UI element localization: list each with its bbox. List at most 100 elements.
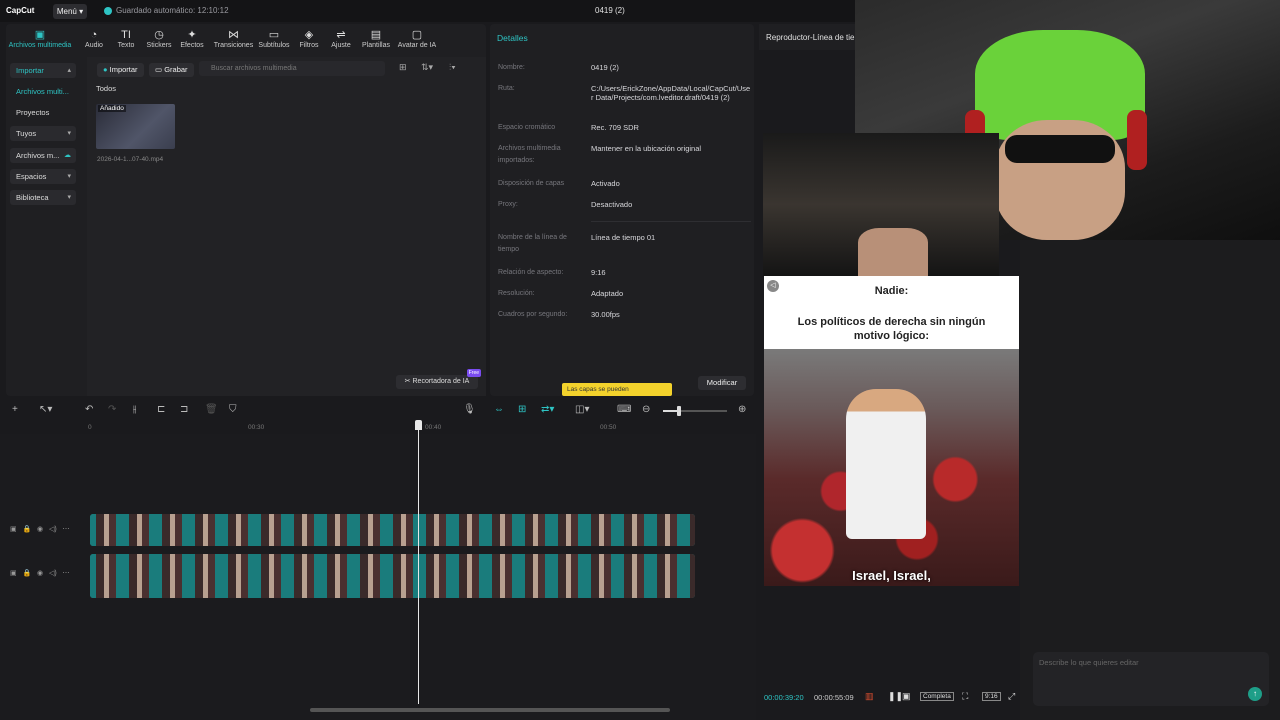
meme-text-middle: Los políticos de derecha sin ningún moti… — [797, 316, 986, 342]
sidebar-item-import[interactable]: Importar ▴ — [10, 63, 76, 78]
tab-adjust[interactable]: ⇌ Ajuste — [321, 28, 361, 49]
volume-icon[interactable]: ◁) — [49, 526, 57, 533]
track-toggle-icon[interactable]: ▣ — [10, 570, 17, 577]
fullscreen-icon[interactable]: ⤢ — [1008, 691, 1015, 702]
tab-subtitles[interactable]: ▭ Subtítulos — [254, 28, 294, 49]
grid-view-icon[interactable]: ⊞ — [399, 62, 407, 73]
sidebar-item-yours[interactable]: Tuyos ▾ — [10, 126, 76, 141]
lock-icon[interactable]: 🔒 — [22, 570, 31, 577]
zoom-slider-handle[interactable] — [677, 406, 681, 416]
filter-all[interactable]: Todos — [96, 84, 116, 93]
modify-button[interactable]: Modificar — [698, 376, 746, 390]
split-icon[interactable]: ⫲ — [133, 404, 136, 415]
player-title: Reproductor-Línea de tie — [766, 33, 855, 42]
import-button[interactable]: ● Importar — [97, 63, 144, 77]
effects-icon: ✦ — [187, 29, 197, 41]
undo-icon[interactable]: ↶ — [85, 404, 93, 415]
layers-icon[interactable]: ◫▾ — [575, 404, 589, 415]
video-clip-top[interactable] — [90, 514, 695, 546]
zoom-out-icon[interactable]: ⊖ — [642, 404, 650, 415]
media-panel: ▣ Archivos multimedia ◔ Audio TI Texto ◷ Sti… — [6, 24, 486, 396]
track-controls-2: ▣ 🔒 ◉ ◁) ⋯ — [10, 569, 70, 577]
adjust-icon: ⇌ — [336, 29, 346, 41]
filter-icon[interactable]: ⫶▾ — [449, 62, 456, 73]
detail-value: Activado — [591, 179, 620, 188]
link-icon[interactable]: ⇔ — [494, 404, 504, 415]
redo-icon[interactable]: ↷ — [108, 404, 116, 415]
volume-icon[interactable]: ◁) — [49, 570, 57, 577]
record-button[interactable]: ▭ Grabar — [149, 63, 194, 77]
add-icon[interactable]: + — [12, 404, 18, 415]
tab-effects[interactable]: ✦ Efectos — [172, 28, 212, 49]
detail-label: Proxy: — [498, 201, 518, 208]
video-clip-main[interactable] — [90, 554, 695, 598]
transitions-icon: ⋈ — [228, 29, 239, 41]
track-toggle-icon[interactable]: ▣ — [10, 526, 17, 533]
player-header: Reproductor-Línea de tie — [759, 24, 859, 50]
media-clip-thumbnail[interactable]: Añadido — [96, 104, 175, 149]
select-tool-icon[interactable]: ↖▾ — [39, 404, 52, 415]
delete-icon[interactable]: 🗑 — [205, 404, 218, 415]
ai-cutter-label: Recortadora de IA — [412, 378, 470, 385]
mute-icon[interactable]: ◁ — [767, 280, 779, 292]
sidebar-item-media-files[interactable]: Archivos m... ☁ — [10, 148, 76, 163]
ratio-button[interactable]: 9:16 — [982, 692, 1001, 701]
timeline-ruler[interactable]: 0 00:30 00:40 00:50 — [88, 422, 756, 434]
menu-button[interactable]: Menú ▾ — [53, 4, 87, 19]
detail-label: Resolución: — [498, 290, 535, 297]
playhead-handle[interactable] — [415, 420, 422, 430]
record-label: Grabar — [164, 65, 188, 74]
tick-label: 00:30 — [248, 424, 265, 431]
sidebar-item-media[interactable]: Archivos multi... — [10, 84, 76, 99]
ai-cutter-button[interactable]: ✂ Recortadora de IA Free — [396, 369, 481, 389]
free-badge: Free — [466, 369, 481, 377]
search-input[interactable]: Buscar archivos multimedia — [199, 61, 385, 76]
send-icon[interactable]: ↑ — [1248, 687, 1262, 701]
detail-value: 9:16 — [591, 268, 606, 277]
shield-icon[interactable]: ⛉ — [229, 404, 237, 415]
project-title: 0419 (2) — [595, 6, 625, 15]
media-library: ● Importar ▭ Grabar Buscar archivos mult… — [87, 57, 486, 396]
video-preview[interactable]: Nadie: Los políticos de derecha sin ning… — [764, 276, 1019, 586]
sidebar-item-library[interactable]: Biblioteca ▾ — [10, 190, 76, 205]
playhead[interactable] — [418, 420, 419, 704]
sort-icon[interactable]: ⇅▾ — [421, 62, 433, 73]
tick-label: 00:50 — [600, 424, 617, 431]
trim-right-icon[interactable]: ⊐ — [180, 404, 188, 415]
media-icon: ▣ — [34, 29, 46, 41]
sidebar-item-spaces[interactable]: Espacios ▾ — [10, 169, 76, 184]
tab-media[interactable]: ▣ Archivos multimedia — [4, 28, 76, 49]
more-icon[interactable]: ⋯ — [63, 526, 70, 533]
chevron-up-icon: ▴ — [67, 67, 71, 74]
caption-icon[interactable]: ⌨ — [617, 404, 631, 415]
timeline-toolbar: + ↖▾ ↶ ↷ ⫲ ⊏ ⊐ 🗑 ⛉ 🎙 ⇔ ⊞ ⇄▾ ◫▾ ⌨ ⊖ ⊕ — [0, 400, 756, 420]
detail-label: Nombre: — [498, 64, 525, 71]
zoom-slider[interactable] — [663, 406, 727, 416]
lock-icon[interactable]: 🔒 — [22, 526, 31, 533]
fit-icon[interactable]: ⛶ — [962, 691, 968, 702]
prompt-input[interactable]: Describe lo que quieres editar — [1033, 652, 1269, 706]
microphone-icon[interactable]: 🎙 — [463, 404, 476, 415]
timeline-scrollbar[interactable] — [310, 708, 670, 712]
video-subtitle: Israel, Israel, — [852, 568, 931, 583]
sidebar-item-secondary-projects[interactable]: Proyectos secun... — [10, 105, 76, 132]
more-icon[interactable]: ⋯ — [63, 570, 70, 577]
trim-left-icon[interactable]: ⊏ — [157, 404, 165, 415]
subtitles-icon: ▭ — [268, 29, 280, 41]
sidebar-item-label: Archivos multi... — [16, 87, 69, 96]
full-quality-button[interactable]: Completa — [920, 692, 954, 701]
preview-axis-icon[interactable]: ⇄▾ — [541, 404, 554, 415]
timeline-area: ▣ 🔒 ◉ ◁) ⋯ ▣ 🔒 ◉ ◁) ⋯ — [0, 434, 756, 720]
pause-icon[interactable]: ❚❚ — [888, 691, 903, 702]
snapshot-icon[interactable]: ▣ — [902, 691, 911, 702]
eye-icon[interactable]: ◉ — [37, 526, 43, 533]
zoom-in-icon[interactable]: ⊕ — [738, 404, 746, 415]
detail-label: Ruta: — [498, 85, 515, 92]
tab-transitions[interactable]: ⋈ Transiciones — [211, 28, 256, 49]
tab-templates[interactable]: ▤ Plantillas — [356, 28, 396, 49]
magnet-icon[interactable]: ⊞ — [518, 404, 526, 415]
eye-icon[interactable]: ◉ — [37, 570, 43, 577]
player-controls: 00:00:39:20 00:00:55:09 ▥ ❚❚ ▣ Completa … — [759, 689, 1024, 707]
tab-ai-avatar[interactable]: ▢ Avatar de IA — [394, 28, 440, 49]
detail-value: 30.00fps — [591, 310, 620, 319]
